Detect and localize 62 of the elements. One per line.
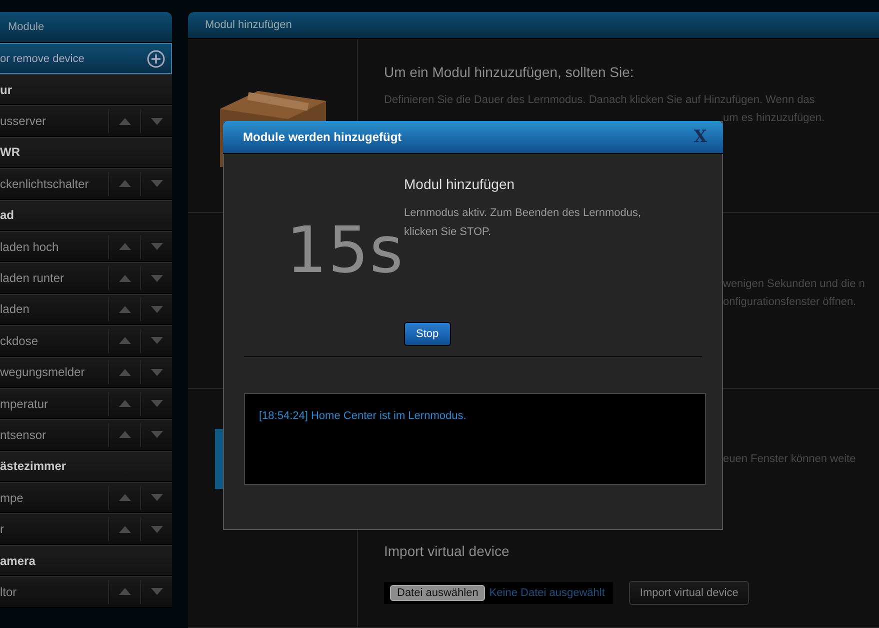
room-header[interactable]: WR: [0, 136, 172, 168]
device-row[interactable]: wegungsmelder: [0, 356, 172, 388]
dialog-title: Module werden hinzugefügt: [243, 130, 402, 144]
stop-button[interactable]: Stop: [404, 322, 451, 346]
device-row[interactable]: usserver: [0, 105, 172, 137]
countdown: 15s: [286, 214, 404, 290]
import-heading: Import virtual device: [384, 542, 510, 559]
down-arrow-icon: [150, 180, 162, 188]
up-arrow-icon: [118, 494, 130, 502]
up-arrow-icon: [118, 368, 130, 376]
down-arrow-icon: [150, 118, 162, 125]
down-arrow-icon: [150, 588, 162, 596]
intro-text-fragment: um es hinzuzufügen.: [723, 112, 826, 124]
device-row[interactable]: ckdose: [0, 325, 172, 357]
down-arrow-icon: [150, 526, 162, 533]
device-row[interactable]: ckenlichtschalter: [0, 168, 172, 200]
down-arrow-icon: [150, 494, 162, 502]
device-row[interactable]: laden: [0, 294, 172, 326]
room-header[interactable]: ästezimmer: [0, 450, 172, 482]
learn-text-fragment: onfigurationsfenster öffnen.: [723, 296, 858, 308]
down-arrow-icon: [150, 306, 162, 313]
plus-circle-icon: [147, 50, 165, 68]
down-arrow-icon: [150, 431, 162, 438]
device-row[interactable]: laden hoch: [0, 230, 172, 262]
sidebar-title: Module: [0, 12, 172, 43]
down-arrow-icon: [150, 337, 162, 344]
down-arrow-icon: [150, 368, 162, 376]
learn-text-fragment: wenigen Sekunden und die n: [723, 278, 866, 290]
up-arrow-icon: [118, 588, 130, 596]
intro-heading: Um ein Modul hinzuzufügen, sollten Sie:: [384, 64, 635, 80]
up-arrow-icon: [118, 431, 130, 438]
room-header[interactable]: ad: [0, 200, 172, 231]
up-arrow-icon: [118, 180, 130, 188]
room-header[interactable]: ur: [0, 74, 172, 106]
up-arrow-icon: [118, 337, 130, 344]
device-row[interactable]: mpe: [0, 482, 172, 514]
room-header[interactable]: amera: [0, 544, 172, 576]
add-remove-device-button[interactable]: or remove device: [0, 43, 172, 74]
device-row[interactable]: mperatur: [0, 388, 172, 420]
file-status: Keine Datei ausgewählt: [489, 586, 605, 599]
dialog-message: Lernmodus aktiv. Zum Beenden des Lernmodus, klicken Sie STOP.: [404, 206, 642, 240]
down-arrow-icon: [150, 243, 162, 250]
down-arrow-icon: [150, 400, 162, 408]
panel-title: Modul hinzufügen: [188, 12, 879, 39]
window-text-fragment: euen Fenster können weite: [723, 452, 857, 465]
up-arrow-icon: [118, 526, 130, 533]
up-arrow-icon: [118, 306, 130, 313]
up-arrow-icon: [118, 118, 130, 125]
device-row[interactable]: ltor: [0, 576, 172, 608]
device-row[interactable]: ntsensor: [0, 419, 172, 451]
device-row[interactable]: r: [0, 513, 172, 545]
up-arrow-icon: [118, 400, 130, 408]
file-input[interactable]: Datei auswählen Keine Datei ausgewählt: [384, 582, 613, 604]
log-line: [18:54:24] Home Center ist im Lernmodus.: [259, 410, 468, 422]
choose-file-button[interactable]: Datei auswählen: [390, 584, 486, 601]
down-arrow-icon: [150, 274, 162, 282]
up-arrow-icon: [118, 274, 130, 282]
import-button[interactable]: Import virtual device: [628, 580, 750, 605]
intro-text: Definieren Sie die Dauer des Lernmodus. Danach klicken Sie auf Hinzufügen. Wenn das: [384, 94, 816, 106]
device-row[interactable]: laden runter: [0, 262, 172, 294]
dialog-heading: Modul hinzufügen: [404, 176, 516, 192]
up-arrow-icon: [118, 243, 130, 250]
